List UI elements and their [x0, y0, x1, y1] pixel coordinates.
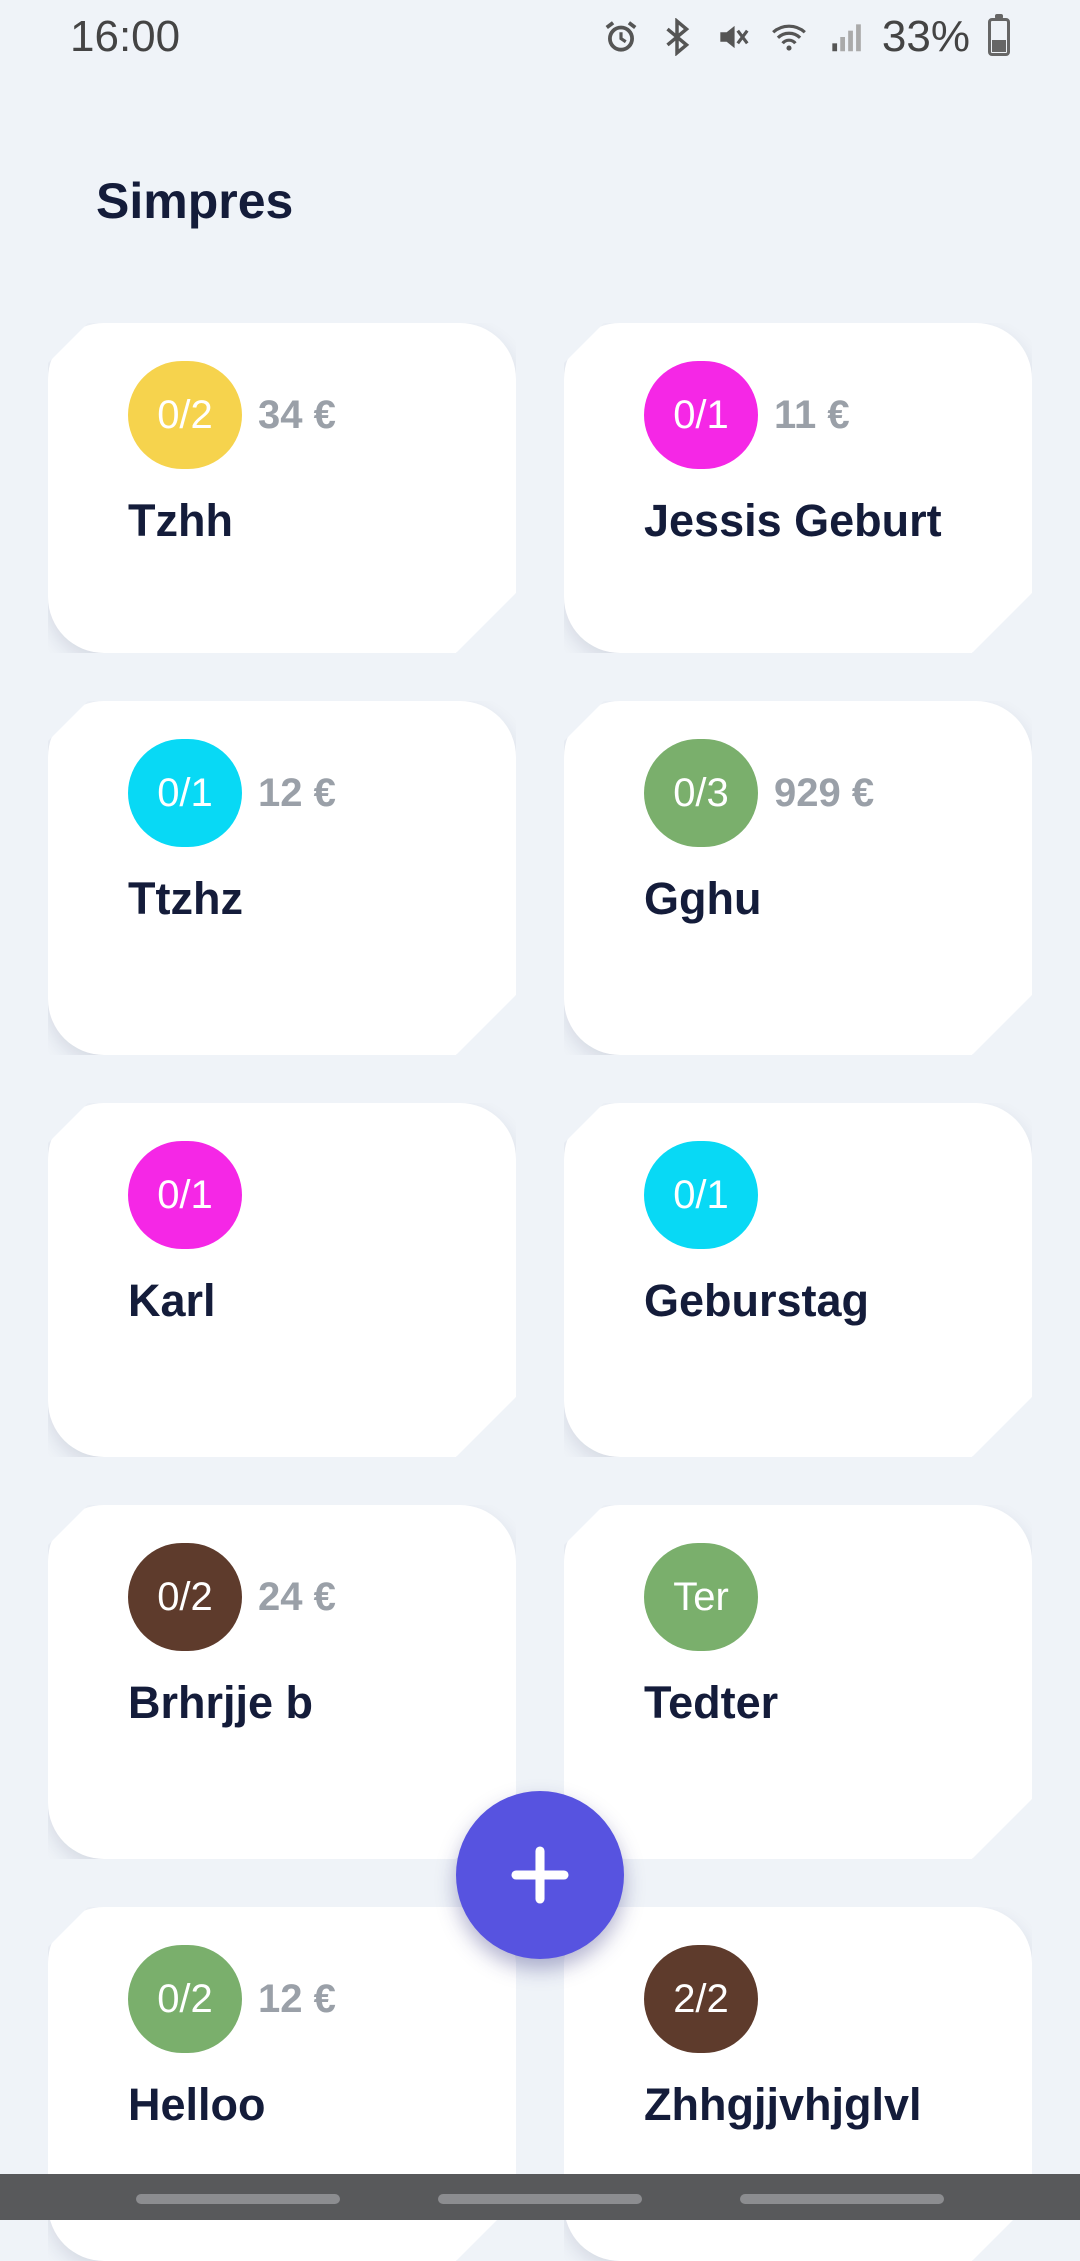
card-amount: 11 € [774, 393, 850, 437]
group-card[interactable]: 0/1 Geburstag [564, 1103, 1032, 1457]
group-card[interactable]: 0/3 929 € Gghu [564, 701, 1032, 1055]
progress-badge: 0/2 [128, 1543, 242, 1651]
group-card[interactable]: 0/2 34 € Tzhh [48, 323, 516, 653]
card-title: Geburstag [644, 1275, 870, 1326]
card-amount: 12 € [258, 1977, 336, 2021]
navigation-bar [0, 2174, 1080, 2220]
page-title: Simpres [96, 173, 294, 229]
card-title: Karl [128, 1275, 216, 1326]
progress-badge: 0/3 [644, 739, 758, 847]
nav-back-handle[interactable] [136, 2194, 340, 2204]
progress-badge: 0/1 [644, 361, 758, 469]
mute-icon [714, 18, 752, 56]
card-title: Zhhgjjvhjglvl [644, 2079, 922, 2130]
battery-icon [988, 14, 1010, 56]
card-title: Jessis Geburt [644, 495, 942, 546]
status-icons: 33% [602, 12, 1010, 62]
signal-icon [826, 18, 864, 56]
progress-badge: 0/1 [644, 1141, 758, 1249]
group-card[interactable]: 0/1 12 € Ttzhz [48, 701, 516, 1055]
nav-home-handle[interactable] [438, 2194, 642, 2204]
plus-icon [511, 1846, 569, 1904]
group-card[interactable]: 0/2 24 € Brhrjje b [48, 1505, 516, 1859]
card-title: Helloo [128, 2079, 266, 2130]
card-amount: 929 € [774, 771, 875, 815]
card-title: Gghu [644, 873, 762, 924]
card-title: Tzhh [128, 495, 233, 546]
card-title: Brhrjje b [128, 1677, 314, 1728]
card-title: Tedter [644, 1677, 779, 1728]
progress-badge: 0/1 [128, 1141, 242, 1249]
status-bar: 16:00 33% [0, 0, 1080, 74]
battery-percent: 33% [881, 12, 970, 61]
card-amount: 12 € [258, 771, 336, 815]
progress-badge: 2/2 [644, 1945, 758, 2053]
progress-badge: 0/1 [128, 739, 242, 847]
card-amount: 34 € [258, 393, 336, 437]
group-card[interactable]: Ter Tedter [564, 1505, 1032, 1859]
progress-badge: Ter [644, 1543, 758, 1651]
wifi-icon [770, 18, 808, 56]
alarm-icon [602, 18, 640, 56]
progress-badge: 0/2 [128, 1945, 242, 2053]
bluetooth-icon [658, 18, 696, 56]
progress-badge: 0/2 [128, 361, 242, 469]
nav-recents-handle[interactable] [740, 2194, 944, 2204]
add-button[interactable] [456, 1791, 624, 1959]
card-amount: 24 € [258, 1575, 336, 1619]
status-time: 16:00 [70, 12, 181, 61]
card-title: Ttzhz [128, 873, 243, 924]
group-card[interactable]: 0/1 11 € Jessis Geburt [564, 323, 1032, 653]
group-card[interactable]: 0/1 Karl [48, 1103, 516, 1457]
